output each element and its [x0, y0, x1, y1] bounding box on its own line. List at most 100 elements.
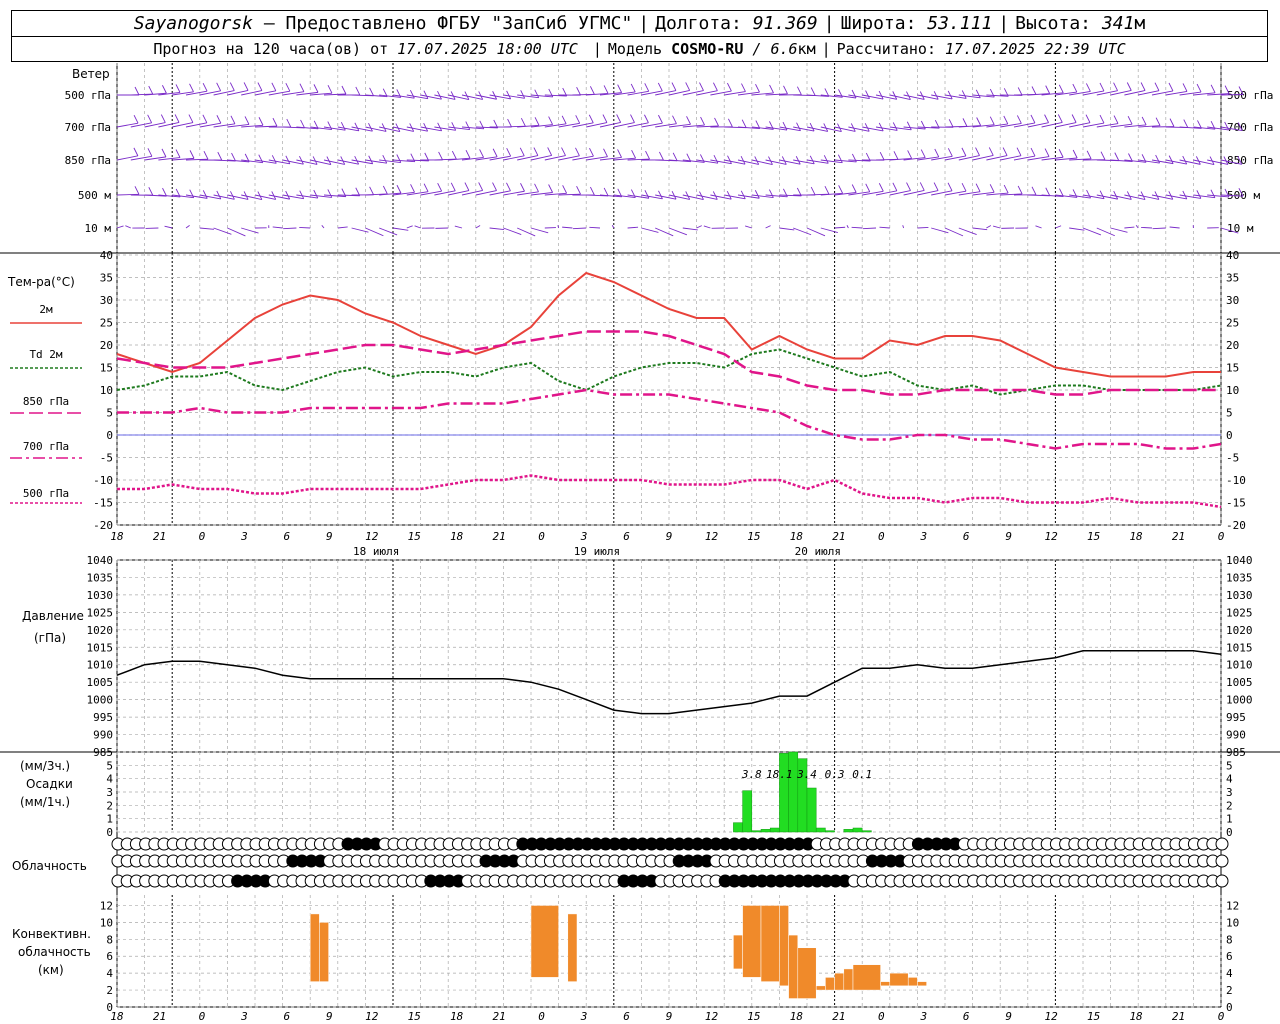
wind-barb-flag: [161, 148, 167, 158]
precip-bar: [861, 830, 872, 833]
wind-barb-flag: [865, 90, 870, 99]
convective-bar: [760, 905, 780, 982]
pres-ytick-right: 995: [1226, 711, 1246, 724]
wind-barb-flag: [285, 155, 291, 165]
wind-barb-flag: [809, 155, 815, 165]
wind-level-label-left: 700 гПа: [65, 121, 111, 134]
cloud-cover-symbol: [1215, 837, 1229, 851]
temp-ytick-right: 0: [1226, 429, 1233, 442]
hour-tick-label: 18: [1129, 530, 1143, 543]
wind-barb-flag: [810, 186, 816, 196]
hour-tick-label: 21: [1172, 530, 1185, 543]
wind-barb-flag: [672, 115, 677, 124]
convective-bar: [742, 905, 762, 978]
wind-barb-flag: [948, 119, 954, 128]
wind-barb-flag: [1085, 83, 1091, 92]
temp-ytick-right: 40: [1226, 249, 1239, 262]
wind-barb-flag: [961, 90, 967, 99]
wind-barb: [958, 227, 977, 236]
wind-barb-flag: [1113, 82, 1118, 91]
conv-ytick-right: 10: [1226, 916, 1239, 929]
wind-barb-flag: [589, 147, 594, 157]
convective-bar: [917, 981, 927, 987]
wind-barb-flag: [644, 83, 650, 92]
wind-barb: [745, 225, 752, 229]
temp-ytick-left: 20: [100, 339, 113, 352]
hour-tick-label: 6: [623, 530, 630, 543]
hour-tick-label: 21: [1172, 1010, 1185, 1023]
hour-tick-label: 15: [408, 530, 421, 543]
wind-barb-flag: [933, 182, 939, 191]
wind-barb: [1152, 227, 1166, 230]
wind-barb-flag: [1168, 155, 1174, 164]
wind-barb-flag: [1002, 147, 1008, 156]
wind-barb: [820, 227, 838, 233]
wind-barb-flag: [1058, 84, 1064, 94]
wind-barb-flag: [714, 117, 719, 127]
hour-tick-label: 3: [919, 530, 927, 543]
wind-barb-flag: [975, 89, 981, 99]
wind-barb-flag: [686, 116, 691, 125]
wind-barb-flag: [1016, 115, 1022, 124]
wind-barb-flag: [878, 183, 884, 192]
wind-barb-flag: [437, 182, 443, 192]
day-label: 18 июля: [353, 545, 399, 558]
wind-barb-flag: [783, 85, 788, 95]
wind-barb-flag: [299, 156, 304, 165]
hour-tick-label: 15: [747, 530, 760, 543]
pres-ytick-right: 985: [1226, 746, 1246, 759]
wind-barb-flag: [823, 155, 829, 164]
wind-barb-flag: [216, 82, 222, 92]
wind-barb: [185, 225, 190, 229]
prec-ytick-left: 4: [106, 773, 113, 786]
meteogram: Ветер Тем-ра(°C) Давление (гПа) (мм/3ч.)…: [0, 63, 1280, 1023]
wind-barb-flag: [975, 183, 981, 192]
wind-barb-flag: [175, 84, 181, 93]
temp-ytick-left: 30: [100, 294, 113, 307]
pres-ytick-left: 985: [93, 746, 113, 759]
wind-barb-flag: [1210, 84, 1216, 94]
wind-barb: [125, 225, 131, 229]
wind-barb-flag: [961, 147, 967, 157]
conv-ytick-left: 6: [106, 950, 113, 963]
hour-tick-label: 12: [1045, 530, 1059, 543]
wind-barb-flag: [148, 187, 154, 196]
convective-bar: [889, 972, 909, 987]
conv-ytick-left: 0: [106, 1001, 113, 1014]
hour-tick-label: 18: [1129, 1010, 1143, 1023]
wind-barb-flag: [962, 118, 968, 127]
pres-ytick-right: 1030: [1226, 589, 1253, 602]
pres-ytick-left: 1030: [87, 589, 114, 602]
wind-barb: [116, 225, 124, 229]
legend-label: 700 гПа: [23, 440, 69, 453]
hour-tick-label: 21: [153, 1010, 166, 1023]
wind-barb: [517, 227, 536, 237]
day-label: 20 июля: [795, 545, 841, 558]
wind-barb-flag: [685, 82, 691, 91]
wind-barb-flag: [892, 122, 898, 131]
wind-barb-flag: [1114, 152, 1120, 161]
precip-bar: [769, 827, 780, 833]
temp-ytick-left: 10: [100, 384, 113, 397]
wind-barb-flag: [160, 114, 166, 123]
wind-barb-flag: [947, 148, 953, 157]
wind-barb: [337, 226, 348, 229]
wind-barb-flag: [520, 183, 525, 192]
wind-barb-flag: [645, 150, 650, 160]
conv-ytick-left: 10: [100, 916, 113, 929]
wind-barb-flag: [879, 151, 885, 161]
wind-barb-flag: [286, 118, 292, 128]
convective-bar: [530, 905, 559, 978]
conv-unit: (км): [38, 963, 64, 977]
wind-barb-flag: [285, 190, 291, 200]
wind-barb-flag: [1182, 155, 1188, 165]
wind-barb-flag: [1086, 189, 1091, 199]
precip-bar: [733, 822, 743, 833]
wind-barb-flag: [520, 90, 526, 99]
hour-tick-label: 0: [1218, 1010, 1225, 1023]
temp-ytick-right: 5: [1226, 407, 1233, 420]
wind-barb-flag: [1099, 82, 1105, 92]
temp-ytick-left: 15: [100, 362, 113, 375]
precip-total-label: 3.4: [796, 768, 817, 781]
wind-barb-flag: [548, 184, 554, 193]
